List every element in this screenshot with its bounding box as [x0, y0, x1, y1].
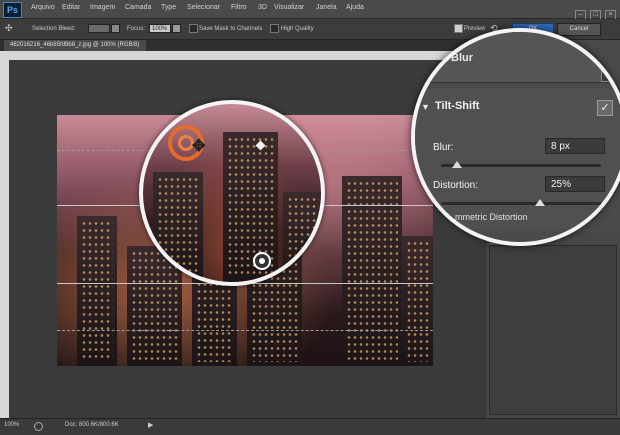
ruler-left: [0, 51, 9, 418]
menu-visualizar[interactable]: Visualizar: [274, 4, 304, 11]
blur-slider-thumb[interactable]: [452, 161, 462, 168]
menu-camada[interactable]: Camada: [125, 4, 151, 11]
menu-editar[interactable]: Editar: [62, 4, 80, 11]
document-tab[interactable]: 482016216_46b85fd9b8_z.jpg @ 100% (RGB/8…: [4, 40, 146, 51]
selection-bleed-dropdown[interactable]: [111, 24, 120, 33]
field-blur-checkbox[interactable]: [601, 70, 613, 82]
zoom-level-field[interactable]: 100%: [4, 422, 19, 428]
move-cursor-icon: ✥: [192, 138, 206, 155]
high-quality-label: High Quality: [281, 26, 314, 32]
blur-amount-field[interactable]: 8 px: [545, 138, 605, 154]
menu-selecionar[interactable]: Selecionar: [187, 4, 220, 11]
selection-bleed-field[interactable]: [88, 24, 110, 33]
tilt-shift-section: ▼ Tilt-Shift ✓ Blur: 8 px Distortion: 25…: [415, 88, 620, 228]
tilt-shift-checkbox[interactable]: ✓: [597, 100, 613, 116]
distortion-label: Distortion:: [433, 180, 479, 191]
high-quality-checkbox[interactable]: [270, 24, 279, 33]
blur-pin-center[interactable]: [259, 258, 265, 264]
tilt-shift-title: Tilt-Shift: [435, 100, 480, 112]
status-bar: 100% Doc: 800.6K/800.6K ▶: [0, 418, 620, 435]
blur-panel-header: Blur: [415, 32, 620, 83]
blur-panel-title: Blur: [451, 52, 473, 64]
save-mask-label: Save Mask to Channels: [199, 26, 263, 32]
menu-type[interactable]: Type: [161, 4, 176, 11]
menu-3d[interactable]: 3D: [258, 4, 267, 11]
pin-tool-icon[interactable]: ✣: [5, 23, 13, 34]
focus-field[interactable]: 100%: [149, 24, 171, 33]
save-mask-checkbox[interactable]: [189, 24, 198, 33]
selection-bleed-label: Selection Bleed:: [32, 26, 76, 32]
focus-label: Focus:: [127, 26, 146, 32]
status-menu-arrow-icon[interactable]: ▶: [148, 421, 153, 429]
photoshop-logo: Ps: [3, 2, 22, 18]
menu-filtro[interactable]: Filtro: [231, 4, 247, 11]
distortion-slider-track[interactable]: [441, 202, 601, 205]
menu-arquivo[interactable]: Arquivo: [31, 4, 55, 11]
collapse-arrow-icon[interactable]: ▼: [421, 102, 430, 112]
blur-effects-body: [489, 245, 617, 415]
blur-label: Blur:: [433, 142, 454, 153]
tilt-guide-outer-bottom[interactable]: [57, 330, 433, 331]
ruler-top: [9, 51, 485, 60]
panel-zoom-callout: Blur ▼ Tilt-Shift ✓ Blur: 8 px Distortio…: [411, 28, 620, 246]
focus-dropdown[interactable]: [172, 24, 181, 33]
menu-ajuda[interactable]: Ajuda: [346, 4, 364, 11]
document-tab-row: 482016216_46b85fd9b8_z.jpg @ 100% (RGB/8…: [0, 40, 485, 51]
status-info-icon[interactable]: [34, 422, 43, 431]
menu-imagem[interactable]: Imagem: [90, 4, 115, 11]
distortion-slider-thumb[interactable]: [535, 199, 546, 206]
document-size-info: Doc: 800.6K/800.6K: [65, 422, 119, 428]
distortion-field[interactable]: 25%: [545, 176, 605, 192]
magnifier-callout: [139, 100, 325, 286]
menu-bar: Ps Arquivo Editar Imagem Camada Type Sel…: [0, 0, 620, 21]
symmetric-distortion-label: mmetric Distortion: [455, 212, 528, 222]
blur-slider-track[interactable]: [441, 164, 601, 167]
menu-janela[interactable]: Janela: [316, 4, 337, 11]
